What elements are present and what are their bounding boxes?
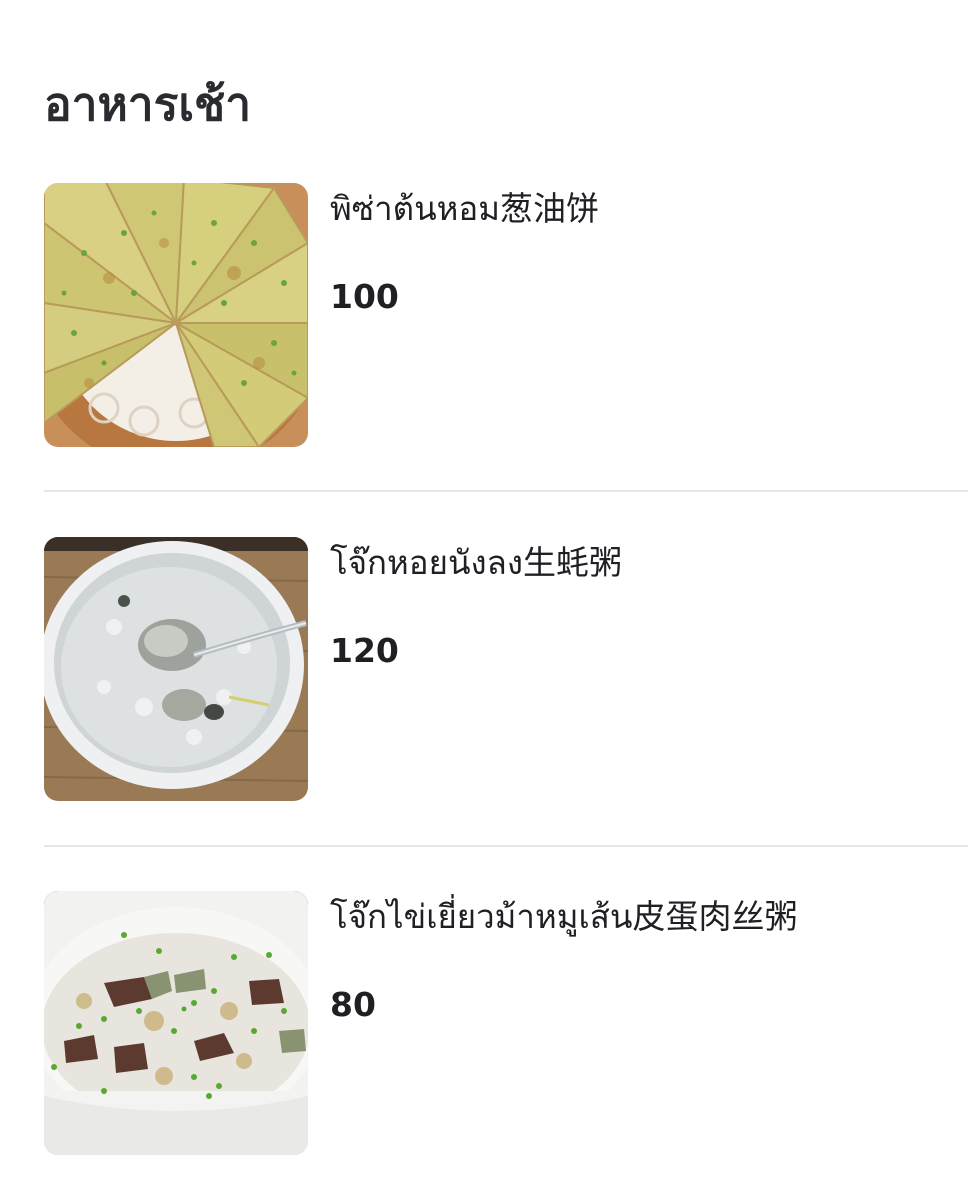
menu-item-century-egg-congee[interactable]: โจ๊กไข่เยี่ยวม้าหมูเส้น皮蛋肉丝粥 80 bbox=[44, 891, 968, 1155]
item-price: 80 bbox=[330, 985, 376, 1024]
item-divider bbox=[44, 490, 968, 492]
menu-item-scallion-pancake[interactable]: พิซ่าต้นหอม葱油饼 100 bbox=[44, 183, 968, 447]
menu-list: พิซ่าต้นหอม葱油饼 100 โจ๊กหอยนังลง生蚝粥 120 โ… bbox=[0, 0, 968, 1200]
item-divider bbox=[44, 845, 968, 847]
item-price: 100 bbox=[330, 277, 399, 316]
oyster-congee-photo bbox=[44, 537, 308, 801]
item-name: โจ๊กหอยนังลง生蚝粥 bbox=[330, 543, 622, 582]
scallion-pancake-photo bbox=[44, 183, 308, 447]
menu-item-oyster-congee[interactable]: โจ๊กหอยนังลง生蚝粥 120 bbox=[44, 537, 968, 801]
century-egg-congee-photo bbox=[44, 891, 308, 1155]
item-price: 120 bbox=[330, 631, 399, 670]
item-name: พิซ่าต้นหอม葱油饼 bbox=[330, 189, 599, 228]
item-name: โจ๊กไข่เยี่ยวม้าหมูเส้น皮蛋肉丝粥 bbox=[330, 897, 798, 936]
